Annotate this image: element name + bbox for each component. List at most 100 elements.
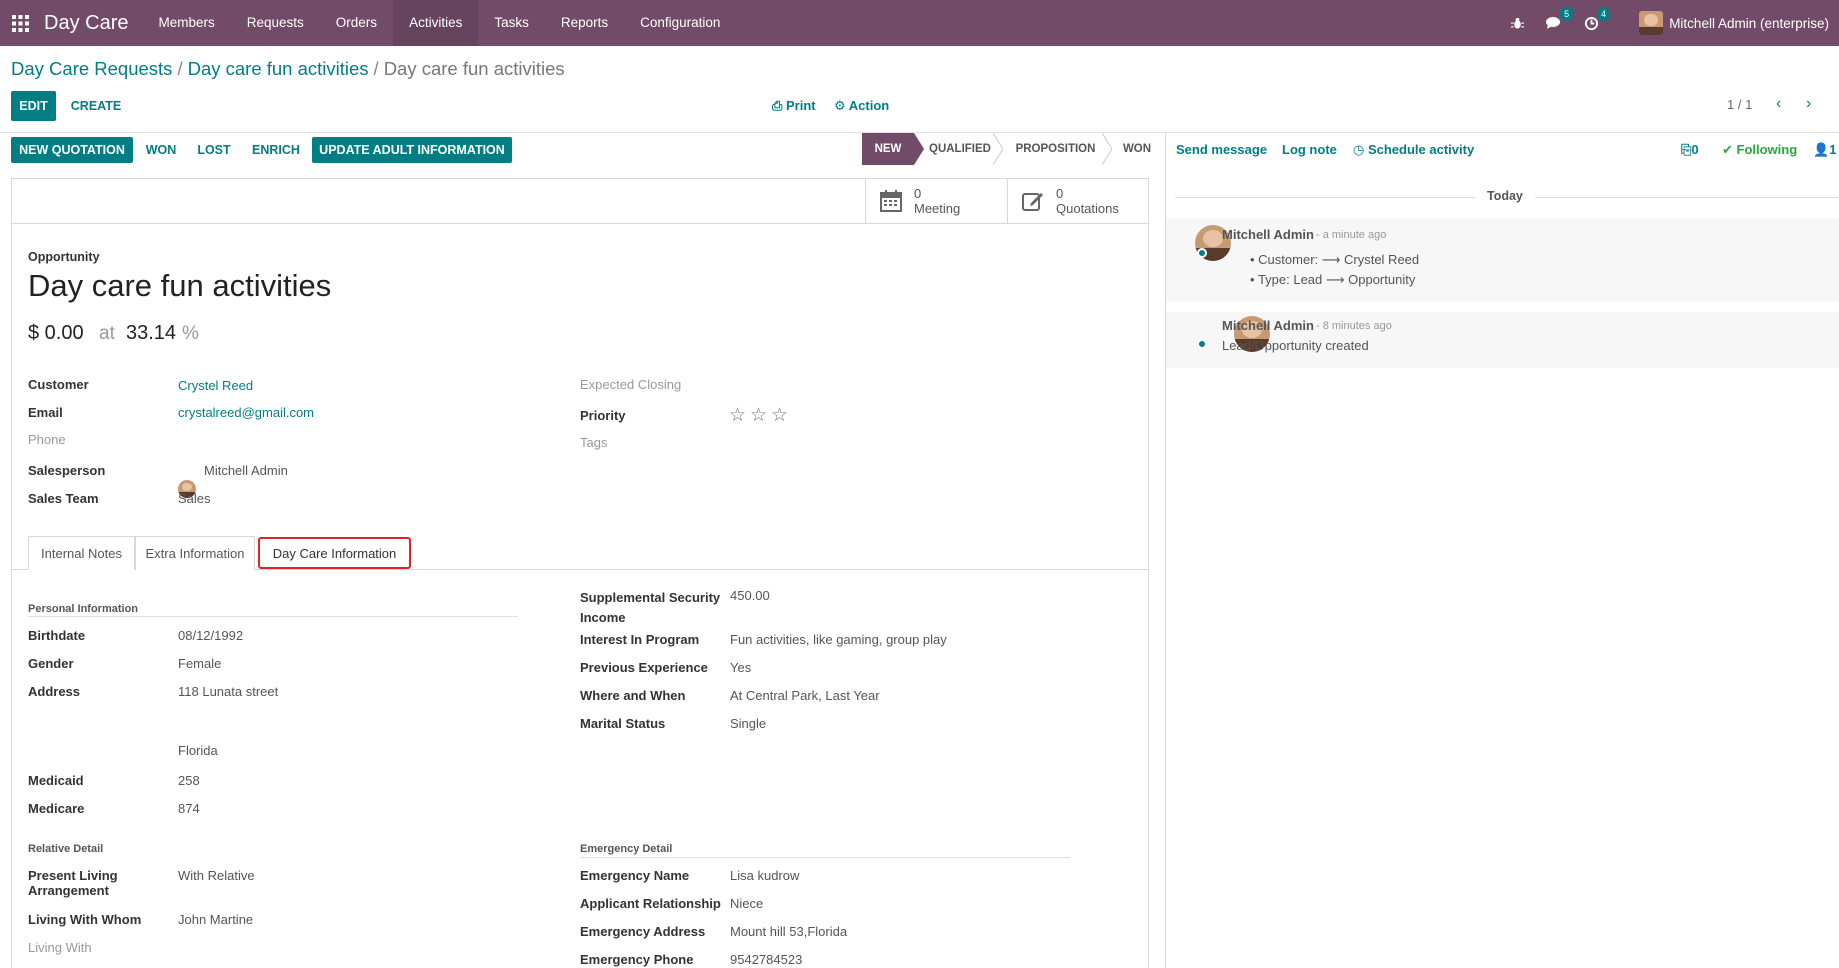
label-line: Arrangement xyxy=(28,883,109,898)
supplemental-security-income-field[interactable]: 450.00 xyxy=(730,588,770,603)
breadcrumb-current: Day care fun activities xyxy=(383,58,565,79)
emergency-name-label: Emergency Name xyxy=(580,868,690,883)
stage-new[interactable]: NEW xyxy=(862,133,914,165)
message-date: - a minute ago xyxy=(1316,229,1387,241)
calendar-icon xyxy=(880,190,902,212)
gender-field[interactable]: Female xyxy=(178,656,221,671)
menu-orders[interactable]: Orders xyxy=(320,0,393,46)
previous-experience-label: Previous Experience xyxy=(580,660,708,675)
email-field[interactable]: crystalreed@gmail.com xyxy=(178,405,314,420)
priority-label: Priority xyxy=(580,408,626,423)
user-icon: 👤 xyxy=(1813,142,1830,157)
tab-internal-notes[interactable]: Internal Notes xyxy=(28,536,135,570)
messages-chat-icon[interactable]: 5 xyxy=(1546,7,1574,30)
probability-value[interactable]: 33.14 xyxy=(126,322,176,345)
tab-day-care-information[interactable]: Day Care Information xyxy=(258,537,411,569)
supplemental-security-income-label: Supplemental Security Income xyxy=(580,588,720,628)
stage-arrow xyxy=(914,133,924,165)
date-separator-line xyxy=(1175,197,1475,198)
following-label: Following xyxy=(1736,142,1798,157)
breadcrumb-parent[interactable]: Day care fun activities xyxy=(188,58,369,79)
paperclip-icon: ⎘ xyxy=(1681,142,1692,157)
pager-next-icon[interactable]: › xyxy=(1806,95,1811,113)
print-icon: ⎙ xyxy=(772,98,787,113)
won-button[interactable]: WON xyxy=(138,137,184,163)
breadcrumb-separator: / xyxy=(373,58,379,79)
customer-field[interactable]: Crystel Reed xyxy=(178,378,253,393)
online-status-icon xyxy=(1197,248,1207,258)
menu-reports[interactable]: Reports xyxy=(545,0,624,46)
interest-in-program-field[interactable]: Fun activities, like gaming, group play xyxy=(730,632,947,647)
sales-team-field[interactable]: Sales xyxy=(178,491,211,506)
marital-status-field[interactable]: Single xyxy=(730,716,766,731)
attachments-button[interactable]: ⎘0 xyxy=(1681,142,1699,158)
messages-badge: 5 xyxy=(1560,7,1574,21)
new-quotation-button[interactable]: NEW QUOTATION xyxy=(11,137,133,163)
address-label: Address xyxy=(28,684,81,699)
expected-revenue[interactable]: $ 0.00 xyxy=(28,322,84,345)
sales-team-label: Sales Team xyxy=(28,491,99,506)
emergency-name-field[interactable]: Lisa kudrow xyxy=(730,868,799,883)
debug-bug-icon[interactable] xyxy=(1511,17,1525,30)
apps-menu-icon[interactable] xyxy=(0,0,40,46)
stage-qualified[interactable]: QUALIFIED xyxy=(924,133,996,165)
user-menu[interactable]: Mitchell Admin (enterprise) xyxy=(1639,11,1829,35)
priority-star-icon[interactable]: ☆ xyxy=(771,404,788,427)
living-with-label: Living With xyxy=(28,940,92,955)
medicare-label: Medicare xyxy=(28,801,85,816)
record-title[interactable]: Day care fun activities xyxy=(28,268,331,304)
top-navbar: Day Care Members Requests Orders Activit… xyxy=(0,0,1839,46)
applicant-relationship-field[interactable]: Niece xyxy=(730,896,763,911)
menu-requests[interactable]: Requests xyxy=(231,0,320,46)
app-brand[interactable]: Day Care xyxy=(44,12,128,35)
pager-previous-icon[interactable]: ‹ xyxy=(1776,95,1781,113)
main-menu: Members Requests Orders Activities Tasks… xyxy=(142,0,736,46)
quotations-label: Quotations xyxy=(1056,201,1119,216)
tab-extra-information[interactable]: Extra Information xyxy=(135,536,255,570)
address-street-field[interactable]: 118 Lunata street xyxy=(178,684,278,699)
followers-button[interactable]: 👤1 xyxy=(1813,142,1836,158)
menu-configuration[interactable]: Configuration xyxy=(624,0,736,46)
birthdate-label: Birthdate xyxy=(28,628,86,643)
meeting-smart-button[interactable]: 0 Meeting xyxy=(865,179,1007,223)
print-dropdown[interactable]: ⎙ Print xyxy=(772,98,816,114)
emergency-phone-field[interactable]: 9542784523 xyxy=(730,952,802,967)
schedule-activity-button[interactable]: ◷ Schedule activity xyxy=(1353,142,1474,158)
following-button[interactable]: ✔ Following xyxy=(1722,142,1797,158)
priority-star-icon[interactable]: ☆ xyxy=(750,404,767,427)
message-author[interactable]: Mitchell Admin xyxy=(1222,318,1314,333)
menu-activities[interactable]: Activities xyxy=(393,0,479,46)
user-avatar xyxy=(1639,11,1664,35)
present-living-field[interactable]: With Relative xyxy=(178,868,255,883)
log-note-button[interactable]: Log note xyxy=(1282,142,1337,157)
update-adult-information-button[interactable]: UPDATE ADULT INFORMATION xyxy=(312,137,512,163)
stage-proposition[interactable]: PROPOSITION xyxy=(1004,133,1107,165)
lost-button[interactable]: LOST xyxy=(191,137,237,163)
menu-members[interactable]: Members xyxy=(142,0,230,46)
emergency-address-field[interactable]: Mount hill 53,Florida xyxy=(730,924,847,939)
stage-won[interactable]: WON xyxy=(1112,133,1162,165)
medicaid-field[interactable]: 258 xyxy=(178,773,200,788)
living-with-whom-label: Living With Whom xyxy=(28,912,142,927)
create-button[interactable]: CREATE xyxy=(66,91,126,121)
quotations-smart-button[interactable]: 0 Quotations xyxy=(1007,179,1149,223)
separator-line xyxy=(28,616,518,617)
where-and-when-field[interactable]: At Central Park, Last Year xyxy=(730,688,880,703)
pager-value[interactable]: 1 / 1 xyxy=(1727,97,1752,112)
menu-tasks[interactable]: Tasks xyxy=(478,0,545,46)
previous-experience-field[interactable]: Yes xyxy=(730,660,751,675)
breadcrumb-requests[interactable]: Day Care Requests xyxy=(11,58,172,79)
salesperson-field[interactable]: Mitchell Admin xyxy=(204,463,288,478)
tracking-value-type: • Type: Lead ⟶ Opportunity xyxy=(1250,272,1416,287)
medicare-field[interactable]: 874 xyxy=(178,801,200,816)
address-state-field[interactable]: Florida xyxy=(178,743,218,758)
message-author[interactable]: Mitchell Admin xyxy=(1222,227,1314,242)
send-message-button[interactable]: Send message xyxy=(1176,142,1267,157)
action-dropdown[interactable]: ⚙ Action xyxy=(834,98,889,114)
priority-star-icon[interactable]: ☆ xyxy=(729,404,746,427)
living-with-whom-field[interactable]: John Martine xyxy=(178,912,253,927)
edit-button[interactable]: EDIT xyxy=(11,91,56,121)
activities-clock-icon[interactable]: 4 xyxy=(1584,6,1611,31)
birthdate-field[interactable]: 08/12/1992 xyxy=(178,628,243,643)
enrich-button[interactable]: ENRICH xyxy=(245,137,307,163)
